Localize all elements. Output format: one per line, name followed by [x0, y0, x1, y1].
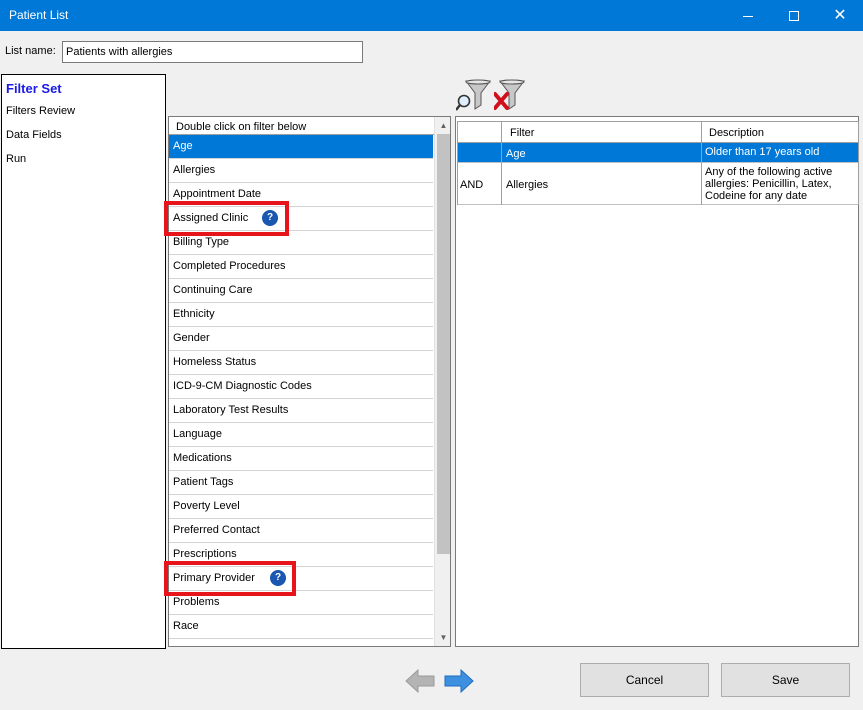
filter-item-label: Age	[173, 140, 193, 152]
filter-item-label: Poverty Level	[173, 500, 240, 512]
filter-set-panel: Filter Set Filters Review Data Fields Ru…	[1, 74, 166, 649]
filter-item-label: Laboratory Test Results	[173, 404, 289, 416]
maximize-icon	[789, 11, 799, 22]
filter-item-allergies[interactable]: Allergies	[169, 159, 433, 183]
arrow-right-icon[interactable]	[444, 668, 474, 694]
table-row[interactable]: AND Allergies Any of the following activ…	[457, 163, 859, 205]
filter-item-ethnicity[interactable]: Ethnicity	[169, 303, 433, 327]
selected-filters-table: Filter Description Age Older than 17 yea…	[455, 116, 859, 647]
maximize-button[interactable]	[771, 0, 817, 31]
filter-item-label: Gender	[173, 332, 210, 344]
cancel-button[interactable]: Cancel	[580, 663, 709, 697]
column-divider	[701, 121, 702, 205]
column-divider	[858, 121, 859, 205]
arrow-left-icon[interactable]	[405, 668, 435, 694]
filter-item-label: Patient Tags	[173, 476, 234, 488]
row-filter: Allergies	[506, 179, 549, 191]
filter-list-header: Double click on filter below	[169, 117, 434, 135]
filter-search-icon[interactable]	[456, 79, 492, 113]
filter-item-completed-procedures[interactable]: Completed Procedures	[169, 255, 433, 279]
scroll-down-icon[interactable]: ▼	[435, 629, 450, 646]
filter-item-label: Language	[173, 428, 222, 440]
highlight-primary-provider	[164, 561, 296, 596]
row-description: Older than 17 years old	[705, 146, 820, 158]
filter-item-label: Allergies	[173, 164, 216, 176]
filter-item-label: Billing Type	[173, 236, 230, 248]
column-header-description[interactable]: Description	[706, 123, 767, 143]
minimize-button[interactable]	[725, 0, 771, 31]
filter-item-icd9-codes[interactable]: ICD-9-CM Diagnostic Codes	[169, 375, 433, 399]
table-header: Filter Description	[457, 121, 859, 143]
filter-item-label: Continuing Care	[173, 284, 253, 296]
filter-item-label: Medications	[173, 452, 232, 464]
filter-item-label: Race	[173, 620, 199, 632]
column-header-filter[interactable]: Filter	[507, 123, 537, 143]
filter-item-label: Ethnicity	[173, 308, 215, 320]
filter-item-preferred-contact[interactable]: Preferred Contact	[169, 519, 433, 543]
scrollbar-thumb[interactable]	[437, 134, 450, 554]
filter-item-gender[interactable]: Gender	[169, 327, 433, 351]
filter-item-homeless-status[interactable]: Homeless Status	[169, 351, 433, 375]
filter-set-heading[interactable]: Filter Set	[6, 81, 62, 96]
filter-item-race[interactable]: Race	[169, 615, 433, 639]
filter-item-medications[interactable]: Medications	[169, 447, 433, 471]
filter-toolbar	[456, 79, 528, 113]
filter-item-label: Homeless Status	[173, 356, 257, 368]
nav-data-fields[interactable]: Data Fields	[6, 129, 62, 141]
list-name-row: List name:	[0, 31, 863, 67]
nav-run[interactable]: Run	[6, 153, 26, 165]
minimize-icon	[743, 15, 753, 17]
filter-item-label: Appointment Date	[173, 188, 262, 200]
window-title: Patient List	[9, 8, 69, 22]
filter-item-label: Problems	[173, 596, 220, 608]
column-divider	[457, 121, 458, 205]
filter-item-label: Preferred Contact	[173, 524, 260, 536]
row-description: Any of the following active allergies: P…	[705, 166, 833, 202]
filter-item-label: Prescriptions	[173, 548, 237, 560]
filter-item-patient-tags[interactable]: Patient Tags	[169, 471, 433, 495]
filter-item-age[interactable]: Age	[169, 135, 433, 159]
title-bar: Patient List ✕	[0, 0, 863, 31]
filter-item-label: Completed Procedures	[173, 260, 286, 272]
scroll-up-icon[interactable]: ▲	[435, 117, 450, 134]
highlight-assigned-clinic	[164, 201, 289, 236]
filter-remove-icon[interactable]	[494, 79, 526, 113]
row-filter: Age	[506, 148, 526, 160]
list-name-input[interactable]	[62, 41, 363, 63]
filter-list-scrollbar[interactable]: ▲ ▼	[434, 117, 450, 646]
nav-filters-review[interactable]: Filters Review	[6, 105, 75, 117]
close-icon: ✕	[833, 7, 847, 24]
save-button[interactable]: Save	[721, 663, 850, 697]
row-operator: AND	[460, 179, 484, 191]
column-divider	[501, 121, 502, 205]
list-name-label: List name:	[5, 45, 56, 57]
filter-item-label: ICD-9-CM Diagnostic Codes	[173, 380, 312, 392]
filter-item-poverty-level[interactable]: Poverty Level	[169, 495, 433, 519]
filter-item-language[interactable]: Language	[169, 423, 433, 447]
filter-item-lab-results[interactable]: Laboratory Test Results	[169, 399, 433, 423]
table-row[interactable]: Age Older than 17 years old	[457, 143, 859, 163]
filter-item-continuing-care[interactable]: Continuing Care	[169, 279, 433, 303]
close-button[interactable]: ✕	[817, 0, 863, 31]
